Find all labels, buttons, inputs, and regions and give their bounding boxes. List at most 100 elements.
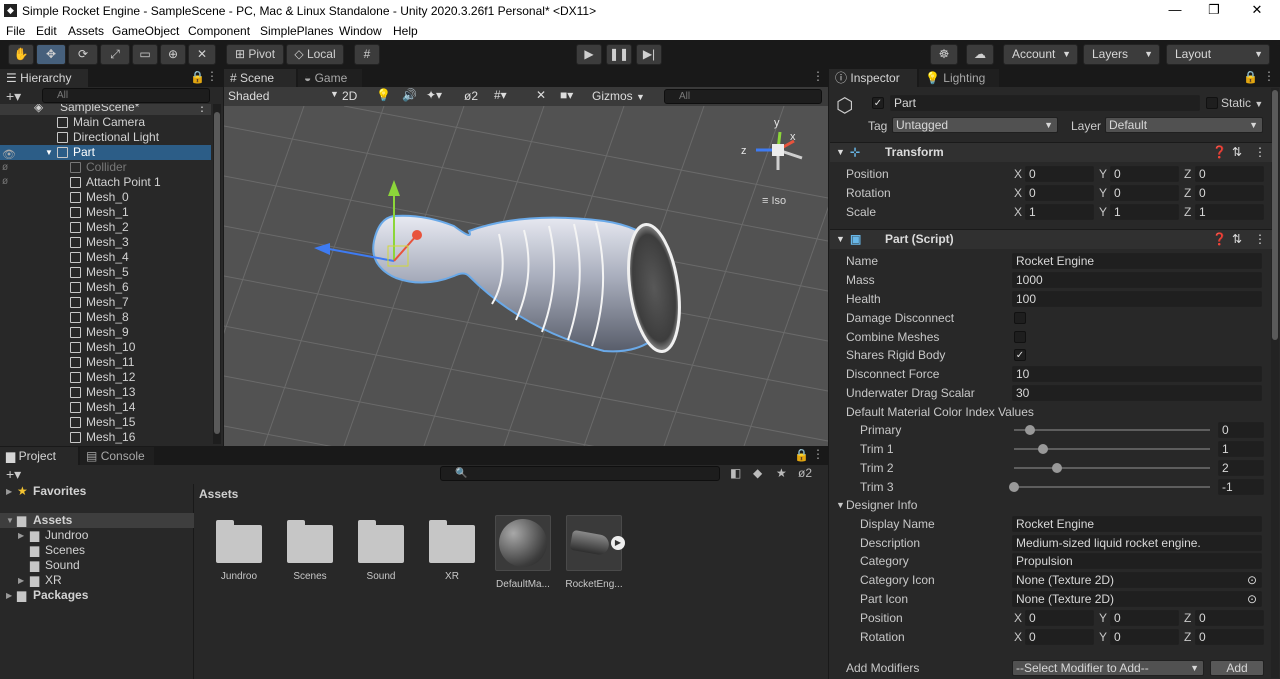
tab-hierarchy[interactable]: ☰ Hierarchy xyxy=(0,69,88,87)
hierarchy-item[interactable]: Mesh_7 xyxy=(0,295,211,310)
add-modifier-button[interactable]: Add xyxy=(1210,660,1264,676)
hierarchy-item[interactable]: Mesh_6 xyxy=(0,280,211,295)
hierarchy-item[interactable]: Attach Point 1 xyxy=(0,175,211,190)
display-name-input[interactable]: Rocket Engine xyxy=(1012,516,1262,532)
hierarchy-item[interactable]: Mesh_10 xyxy=(0,340,211,355)
help-icon[interactable]: ❓ xyxy=(1212,230,1227,249)
add-object-icon[interactable]: +▾ xyxy=(6,88,21,105)
audio-toggle-icon[interactable]: 🔊 xyxy=(402,88,417,102)
project-search-input[interactable]: 🔍 xyxy=(440,466,720,481)
account-dropdown[interactable]: Account ▼ xyxy=(1003,44,1078,65)
create-asset-icon[interactable]: +▾ xyxy=(6,466,21,483)
help-icon[interactable]: ❓ xyxy=(1212,143,1227,162)
hierarchy-item[interactable]: Mesh_16 xyxy=(0,430,211,444)
type-filter-icon[interactable]: ◧ xyxy=(730,466,741,480)
menu-edit[interactable]: Edit xyxy=(36,24,57,38)
orientation-gizmo[interactable]: y x z ≡ Iso xyxy=(741,117,803,207)
tab-project[interactable]: ▆ Project xyxy=(0,447,78,465)
rotate-tool-icon[interactable]: ⟳ xyxy=(68,44,98,65)
lock-icon[interactable]: 🔒 xyxy=(190,70,205,84)
scrollbar-thumb[interactable] xyxy=(214,112,220,434)
shares-rigid-body-checkbox[interactable]: ✓ xyxy=(1014,349,1026,361)
designer-position-x[interactable]: 0 xyxy=(1025,610,1094,626)
hierarchy-item[interactable]: Mesh_3 xyxy=(0,235,211,250)
slider-knob[interactable] xyxy=(1038,444,1048,454)
kebab-menu-icon[interactable]: ⋮ xyxy=(812,447,824,461)
lock-icon[interactable]: 🔒 xyxy=(794,448,809,462)
asset-item[interactable]: XR xyxy=(422,515,482,582)
gizmos-dropdown[interactable]: Gizmos ▼ xyxy=(592,89,645,103)
camera-icon[interactable]: ■▾ xyxy=(560,88,573,102)
hierarchy-item[interactable]: Mesh_13 xyxy=(0,385,211,400)
local-toggle[interactable]: ◇ Local xyxy=(286,44,344,65)
scene-search-input[interactable]: All xyxy=(664,89,822,104)
hierarchy-scrollbar[interactable] xyxy=(213,104,221,444)
play-button-icon[interactable]: ▶ xyxy=(576,44,602,65)
scale-tool-icon[interactable]: ⤢ xyxy=(100,44,130,65)
slider-track[interactable] xyxy=(1014,467,1210,469)
menu-assets[interactable]: Assets xyxy=(68,24,104,38)
preset-icon[interactable]: ⇅ xyxy=(1232,230,1242,249)
category-input[interactable]: Propulsion xyxy=(1012,553,1262,569)
color-index-input[interactable]: 2 xyxy=(1218,460,1264,476)
hierarchy-search-input[interactable]: All xyxy=(42,88,210,103)
combine-meshes-checkbox[interactable] xyxy=(1014,331,1026,343)
hidden-packages-toggle[interactable]: ø2 xyxy=(798,466,812,480)
hierarchy-item[interactable]: Directional Light xyxy=(0,130,211,145)
menu-component[interactable]: Component xyxy=(188,24,250,38)
hierarchy-item[interactable]: Main Camera xyxy=(0,115,211,130)
transform-z-input[interactable]: 0 xyxy=(1195,185,1264,201)
description-input[interactable]: Medium-sized liquid rocket engine. xyxy=(1012,535,1262,551)
shading-dropdown[interactable]: Shaded ▼ xyxy=(228,89,339,103)
object-picker-icon[interactable]: ⊙ xyxy=(1247,573,1257,587)
menu-help[interactable]: Help xyxy=(393,24,418,38)
preset-icon[interactable]: ⇅ xyxy=(1232,143,1242,162)
cloud-icon[interactable]: ☁ xyxy=(966,44,994,65)
collab-icon[interactable]: ☸ xyxy=(930,44,958,65)
designer-position-y[interactable]: 0 xyxy=(1110,610,1179,626)
transform-z-input[interactable]: 1 xyxy=(1195,204,1264,220)
kebab-menu-icon[interactable]: ⋮ xyxy=(196,104,208,115)
hierarchy-item[interactable]: Collider xyxy=(0,160,211,175)
menu-gameobject[interactable]: GameObject xyxy=(112,24,179,38)
maximize-button[interactable]: ❐ xyxy=(1202,2,1226,18)
pivot-toggle[interactable]: ⊞ Pivot xyxy=(226,44,284,65)
lock-icon[interactable]: 🔒 xyxy=(1243,70,1258,84)
hand-tool-icon[interactable]: ✋ xyxy=(8,44,34,65)
designer-rotation-y[interactable]: 0 xyxy=(1110,629,1179,645)
drag-scalar-input[interactable]: 30 xyxy=(1012,385,1262,401)
designer-rotation-x[interactable]: 0 xyxy=(1025,629,1094,645)
menu-window[interactable]: Window xyxy=(339,24,382,38)
tab-scene[interactable]: # Scene xyxy=(224,69,296,87)
layer-dropdown[interactable]: Default ▼ xyxy=(1105,117,1263,133)
asset-item[interactable]: Sound xyxy=(351,515,411,582)
minimize-button[interactable]: — xyxy=(1163,2,1187,17)
object-picker-icon[interactable]: ⊙ xyxy=(1247,592,1257,606)
slider-track[interactable] xyxy=(1014,429,1210,431)
slider-knob[interactable] xyxy=(1009,482,1019,492)
object-name-input[interactable]: Part xyxy=(890,95,1200,111)
transform-y-input[interactable]: 0 xyxy=(1110,185,1179,201)
kebab-menu-icon[interactable]: ⋮ xyxy=(1254,143,1266,162)
layers-dropdown[interactable]: Layers ▼ xyxy=(1083,44,1160,65)
color-index-input[interactable]: -1 xyxy=(1218,479,1264,495)
effects-toggle-icon[interactable]: ✦▾ xyxy=(426,88,442,102)
assets-root-row[interactable]: ▼ ▆ Assets xyxy=(0,513,194,528)
hierarchy-item[interactable]: Mesh_15 xyxy=(0,415,211,430)
part-icon-field[interactable]: None (Texture 2D) ⊙ xyxy=(1012,591,1262,607)
grid-toggle-icon[interactable]: #▾ xyxy=(494,88,507,102)
disconnect-force-input[interactable]: 10 xyxy=(1012,366,1262,382)
slider-knob[interactable] xyxy=(1052,463,1062,473)
move-tool-icon[interactable]: ✥ xyxy=(36,44,66,65)
hidden-eye-icon[interactable]: ø xyxy=(2,162,8,173)
scene-canvas[interactable]: y x z ≡ Iso xyxy=(224,106,828,446)
transform-x-input[interactable]: 0 xyxy=(1025,166,1094,182)
slider-track[interactable] xyxy=(1014,486,1210,488)
layout-dropdown[interactable]: Layout ▼ xyxy=(1166,44,1270,65)
hierarchy-item[interactable]: Mesh_11 xyxy=(0,355,211,370)
hierarchy-item[interactable]: Mesh_5 xyxy=(0,265,211,280)
rect-tool-icon[interactable]: ▭ xyxy=(132,44,158,65)
step-button-icon[interactable]: ▶| xyxy=(636,44,662,65)
active-checkbox[interactable]: ✓ xyxy=(872,97,884,109)
category-icon-field[interactable]: None (Texture 2D) ⊙ xyxy=(1012,572,1262,588)
